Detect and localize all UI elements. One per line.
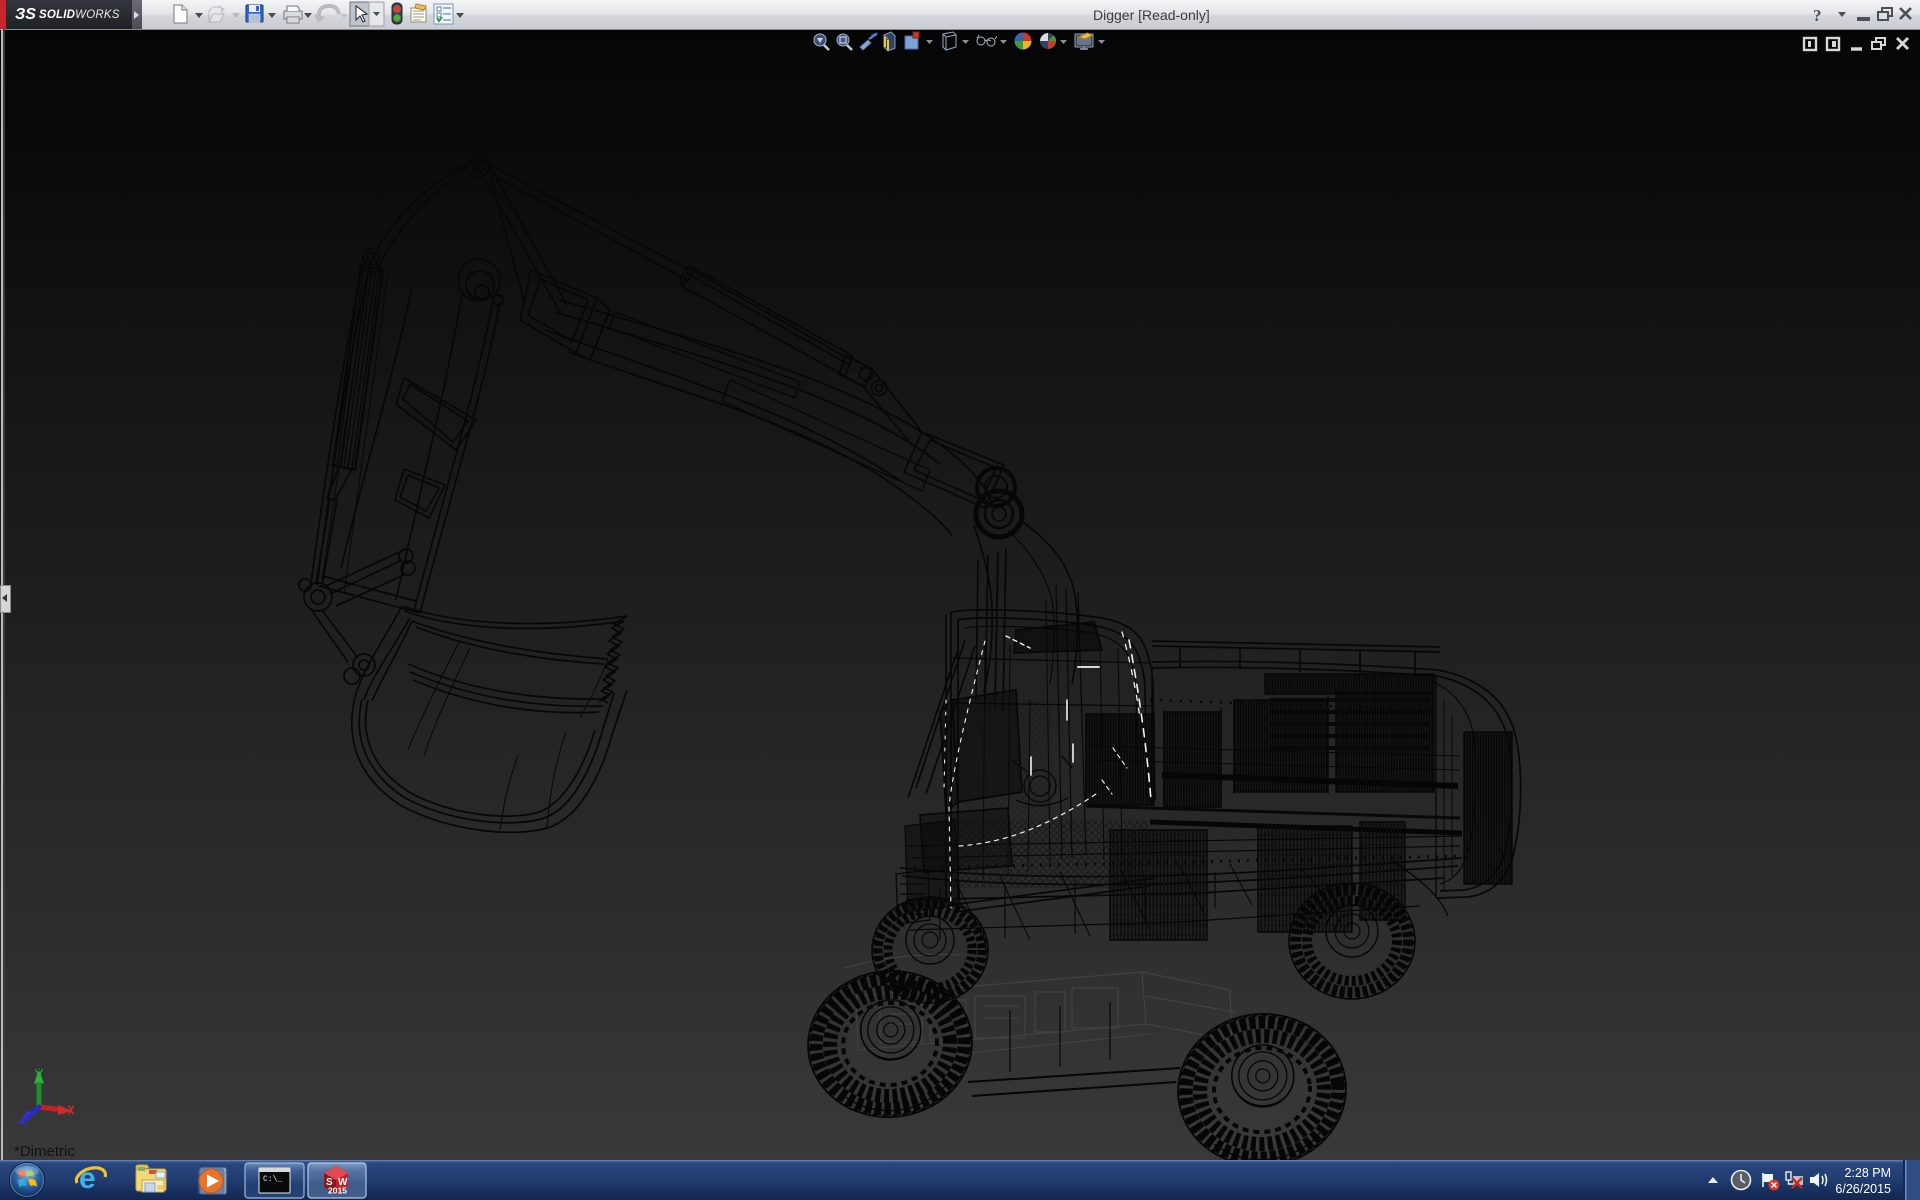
svg-text:C:\_: C:\_: [263, 1175, 282, 1184]
svg-text:?: ?: [1813, 6, 1822, 25]
svg-text:2:28 PM: 2:28 PM: [1844, 1166, 1891, 1180]
svg-text:6/26/2015: 6/26/2015: [1835, 1182, 1891, 1196]
svg-text:2015: 2015: [328, 1186, 347, 1196]
